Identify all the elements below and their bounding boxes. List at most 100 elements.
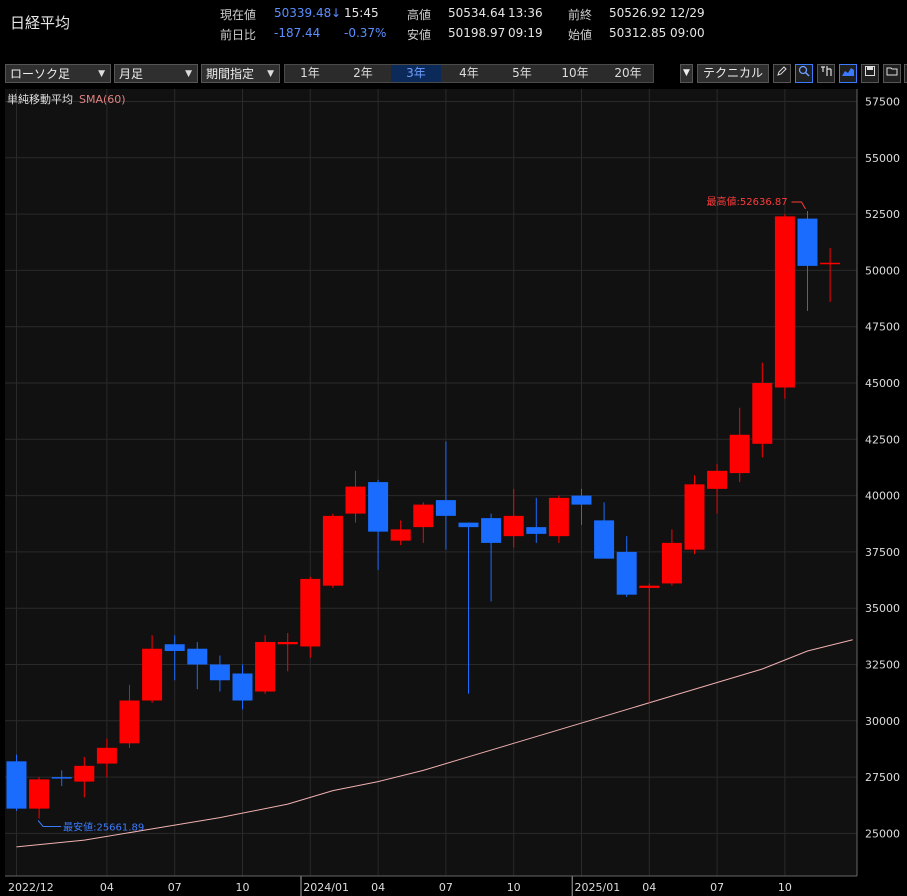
- candle-body: [684, 484, 705, 550]
- folder-icon[interactable]: [883, 64, 901, 83]
- candle-body: [594, 520, 615, 559]
- candle-body: [571, 495, 592, 505]
- period-tab-2y[interactable]: 2年: [338, 65, 388, 82]
- change-pct: -0.37%: [344, 26, 387, 40]
- candle-body: [277, 641, 298, 645]
- candle-body: [96, 747, 117, 764]
- y-tick-label: 27500: [865, 771, 900, 784]
- range-mode-select[interactable]: 期間指定 ▼: [201, 64, 280, 83]
- chart-type-value: ローソク足: [10, 67, 71, 81]
- candle-body: [729, 434, 750, 474]
- open-value: 50312.85: [609, 26, 667, 40]
- y-tick-label: 47500: [865, 321, 900, 334]
- candle-body: [526, 527, 547, 534]
- change-label: 前日比: [220, 28, 257, 42]
- area-chart-icon[interactable]: [839, 64, 857, 83]
- candle-body: [232, 673, 253, 701]
- high-annotation: 最高値:52636.87: [707, 195, 788, 208]
- candle-body: [639, 585, 660, 588]
- prev-close-date: 12/29: [670, 6, 705, 20]
- indicator-name: SMA(60): [79, 93, 126, 106]
- interval-value: 月足: [119, 67, 144, 81]
- prev-close-value: 50526.92: [609, 6, 667, 20]
- x-tick-label: 2024/01: [303, 881, 349, 894]
- period-tab-3y[interactable]: 3年: [391, 65, 441, 82]
- candle-body: [300, 578, 321, 647]
- x-tick-label: 10: [778, 881, 792, 894]
- period-tab-10y[interactable]: 10年: [550, 65, 600, 82]
- x-tick-label: 2025/01: [575, 881, 621, 894]
- y-tick-label: 35000: [865, 602, 900, 615]
- x-tick-label: 10: [236, 881, 250, 894]
- y-tick-label: 55000: [865, 152, 900, 165]
- candle-body: [119, 700, 140, 744]
- candle-body: [797, 218, 818, 266]
- candle-body: [548, 497, 569, 537]
- low-time: 09:19: [508, 26, 543, 40]
- x-tick-label: 04: [642, 881, 656, 894]
- high-label: 高値: [407, 8, 432, 22]
- candle-body: [616, 551, 637, 595]
- candle-body: [458, 522, 479, 528]
- candle-body: [164, 644, 185, 651]
- y-tick-label: 50000: [865, 264, 900, 277]
- period-tab-4y[interactable]: 4年: [444, 65, 494, 82]
- y-tick-label: 42500: [865, 433, 900, 446]
- candle-body: [390, 529, 411, 541]
- low-value: 50198.97: [448, 26, 506, 40]
- technical-button[interactable]: テクニカル: [697, 64, 769, 83]
- candle-body: [51, 777, 72, 779]
- chevron-down-icon: ▼: [683, 68, 690, 78]
- x-tick-label: 2022/12: [8, 881, 54, 894]
- candle-body: [142, 648, 163, 701]
- candle-body: [368, 482, 389, 532]
- low-annotation: 最安値:25661.89: [63, 820, 144, 833]
- candle-body: [481, 518, 502, 543]
- candlestick-chart: 25000 27500 30000 32500 35000 37500 40000 42500…: [5, 89, 900, 896]
- technical-dropdown-button[interactable]: ▼: [680, 64, 693, 83]
- x-tick-label: 07: [710, 881, 724, 894]
- export-icon[interactable]: [817, 64, 835, 83]
- candle-body: [774, 216, 795, 388]
- pencil-icon[interactable]: [773, 64, 791, 83]
- candle-body: [413, 504, 434, 528]
- current-value: 50339.48: [274, 6, 332, 20]
- y-tick-label: 57500: [865, 96, 900, 109]
- x-tick-label: 10: [507, 881, 521, 894]
- save-icon[interactable]: [861, 64, 879, 83]
- candle-body: [435, 500, 456, 516]
- candle-body: [255, 641, 276, 692]
- period-tab-1y[interactable]: 1年: [285, 65, 335, 82]
- candle-body: [322, 515, 343, 586]
- toolbar: ローソク足 ▼ 月足 ▼ 期間指定 ▼ 1年 2年 3年 4年 5年 10年 2…: [0, 60, 907, 88]
- candle-body: [345, 486, 366, 514]
- y-tick-label: 25000: [865, 827, 900, 840]
- period-tab-20y[interactable]: 20年: [603, 65, 653, 82]
- candle-body: [187, 648, 208, 665]
- candle-body: [707, 470, 728, 489]
- period-tab-5y[interactable]: 5年: [497, 65, 547, 82]
- range-mode-value: 期間指定: [206, 67, 255, 81]
- interval-select[interactable]: 月足 ▼: [114, 64, 198, 83]
- x-tick-label: 07: [439, 881, 453, 894]
- candle-body: [752, 383, 773, 444]
- x-tick-label: 04: [371, 881, 385, 894]
- open-time: 09:00: [670, 26, 705, 40]
- down-arrow-icon: ↓: [331, 6, 342, 20]
- indicator-label: 単純移動平均: [7, 92, 73, 106]
- chevron-down-icon: ▼: [98, 69, 105, 79]
- current-time: 15:45: [344, 6, 379, 20]
- candle-body: [29, 779, 50, 809]
- zoom-icon[interactable]: [795, 64, 813, 83]
- candle-body: [820, 262, 841, 265]
- current-label: 現在値: [220, 8, 257, 22]
- x-tick-label: 07: [168, 881, 182, 894]
- chart-type-select[interactable]: ローソク足 ▼: [5, 64, 111, 83]
- chevron-down-icon: ▼: [267, 69, 274, 79]
- high-time: 13:36: [508, 6, 543, 20]
- period-tabs: 1年 2年 3年 4年 5年 10年 20年: [284, 64, 654, 83]
- candle-body: [661, 542, 682, 584]
- x-tick-label: 04: [100, 881, 114, 894]
- candle-body: [209, 664, 230, 681]
- prev-close-label: 前終: [568, 8, 593, 22]
